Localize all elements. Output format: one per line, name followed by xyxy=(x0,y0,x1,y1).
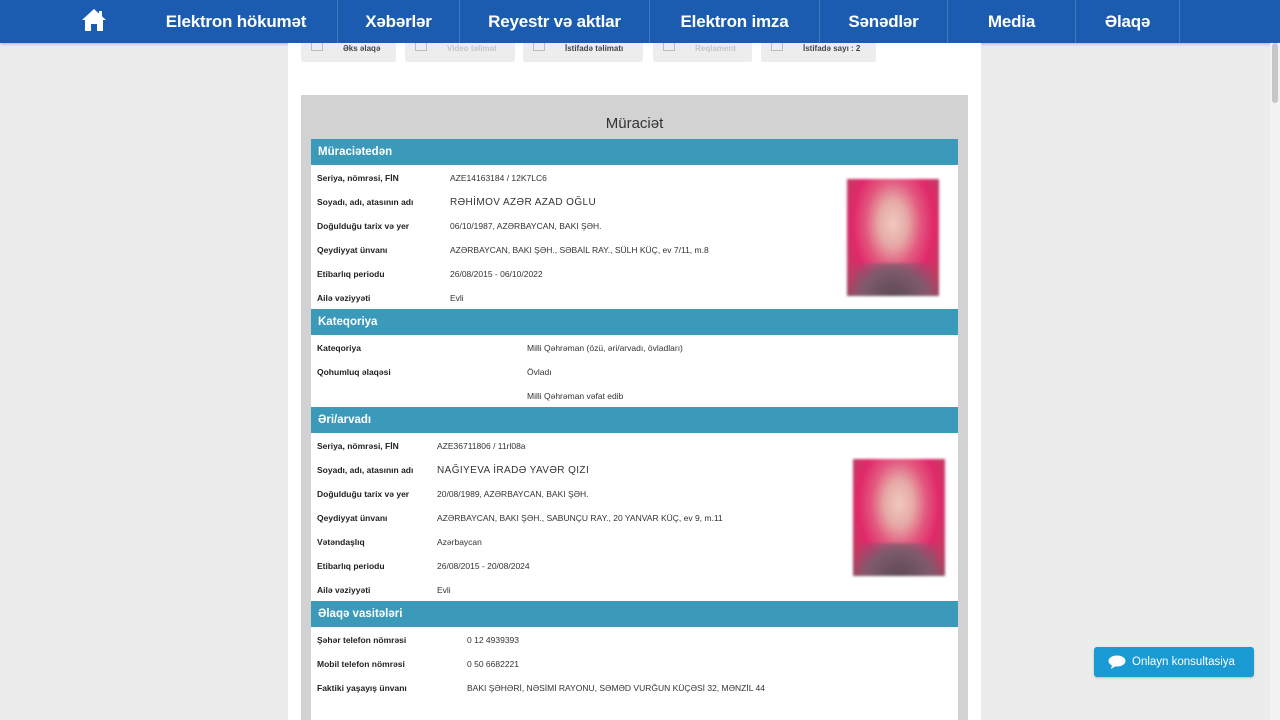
section-applicant-body: Seriya, nömrəsi, FİN AZE14163184 / 12K7L… xyxy=(311,165,958,309)
section-applicant-header: Müraciətedən xyxy=(311,139,958,165)
nav-item-news[interactable]: Xəbərlər xyxy=(338,0,460,43)
nav-item-e-government[interactable]: Elektron hökumət xyxy=(135,0,338,43)
online-consultation-label: Onlayn konsultasiya xyxy=(1132,656,1235,668)
section-contacts-body: Şəhər telefon nömrəsi 0 12 4939393 Mobil… xyxy=(311,627,958,720)
feedback-button[interactable]: Əks əlaqə xyxy=(301,43,396,62)
section-spouse-body: Seriya, nömrəsi, FİN AZE36711806 / 11rl0… xyxy=(311,433,958,601)
applicant-photo xyxy=(847,179,939,296)
spouse-photo xyxy=(853,459,945,576)
section-contacts-header: Əlaqə vasitələri xyxy=(311,601,958,627)
online-consultation-button[interactable]: Onlayn konsultasiya xyxy=(1094,647,1254,677)
user-guide-button[interactable]: İstifadə təlimatı xyxy=(523,43,643,62)
video-icon xyxy=(415,43,427,51)
nav-item-e-signature[interactable]: Elektron imza xyxy=(650,0,820,43)
page-scrollbar[interactable] xyxy=(1270,43,1280,720)
form-title: Müraciət xyxy=(605,115,664,132)
nav-item-media[interactable]: Media xyxy=(948,0,1076,43)
section-spouse-header: Əri/arvadı xyxy=(311,407,958,433)
feedback-icon xyxy=(311,43,323,51)
video-guide-button[interactable]: Video təlimat xyxy=(405,43,515,62)
regulation-button[interactable]: Reqlament xyxy=(653,43,752,62)
content-panel: Əks əlaqə Video təlimat İstifadə təlimat… xyxy=(288,43,981,720)
nav-item-registry[interactable]: Reyestr və aktlar xyxy=(460,0,650,43)
usage-count-button[interactable]: İstifadə sayı : 2 xyxy=(761,43,876,62)
chat-bubble-icon xyxy=(1108,655,1126,669)
home-icon[interactable] xyxy=(80,6,108,34)
document-icon xyxy=(663,43,675,51)
section-category-header: Kateqoriya xyxy=(311,309,958,335)
chart-icon xyxy=(771,43,783,51)
section-category-body: Kateqoriya Milli Qəhrəman (özü, əri/arva… xyxy=(311,335,958,407)
application-form: Müraciət Müraciətedən Seriya, nömrəsi, F… xyxy=(301,95,968,720)
nav-menu: Elektron hökumət Xəbərlər Reyestr və akt… xyxy=(135,0,1180,43)
nav-item-documents[interactable]: Sənədlər xyxy=(820,0,948,43)
info-icon xyxy=(533,43,545,51)
nav-item-contact[interactable]: Əlaqə xyxy=(1076,0,1180,43)
scrollbar-thumb[interactable] xyxy=(1272,43,1278,103)
top-navigation: Elektron hökumət Xəbərlər Reyestr və akt… xyxy=(0,0,1280,43)
